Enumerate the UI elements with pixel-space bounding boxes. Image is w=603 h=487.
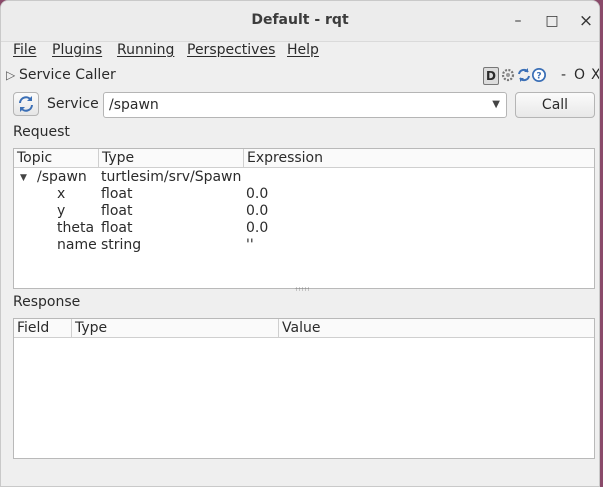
service-label: Service	[47, 96, 99, 112]
column-topic[interactable]: Topic	[14, 149, 98, 167]
help-icon[interactable]: ?	[531, 67, 549, 83]
dock-close-button[interactable]: X	[591, 67, 599, 83]
request-tree[interactable]: Topic Type Expression ▼ /spawn turtlesim…	[13, 148, 595, 289]
response-header: Field Type Value	[14, 319, 594, 338]
row-topic[interactable]: theta	[57, 220, 94, 237]
gear-icon[interactable]	[500, 67, 516, 83]
dock-title-bar[interactable]: ▷ Service Caller D ? - O X	[1, 65, 599, 85]
request-header: Topic Type Expression	[14, 149, 594, 168]
column-expression[interactable]: Expression	[243, 149, 594, 167]
service-select[interactable]: /spawn ▼	[103, 92, 507, 118]
splitter-handle[interactable]	[295, 287, 309, 291]
row-type: float	[101, 186, 133, 202]
row-expression[interactable]: 0.0	[246, 203, 268, 220]
menu-help[interactable]: Help	[287, 42, 319, 58]
menu-perspectives[interactable]: Perspectives	[187, 42, 275, 58]
menu-plugins[interactable]: Plugins	[52, 42, 102, 58]
row-topic[interactable]: x	[57, 186, 65, 203]
menu-file[interactable]: File	[13, 42, 36, 58]
column-type[interactable]: Type	[98, 149, 243, 167]
minimize-button[interactable]: –	[507, 10, 529, 32]
title-bar[interactable]: Default - rqt – □ ×	[1, 1, 599, 42]
dock-title: Service Caller	[19, 67, 116, 83]
column-value[interactable]: Value	[278, 319, 594, 337]
row-expression[interactable]: 0.0	[246, 220, 268, 237]
refresh-services-button[interactable]	[13, 92, 39, 116]
close-button[interactable]: ×	[575, 10, 597, 32]
request-label: Request	[13, 124, 70, 140]
tree-root-type: turtlesim/srv/Spawn	[101, 169, 242, 185]
menu-bar: File Plugins Running Perspectives Help	[1, 41, 599, 63]
expand-arrow-icon[interactable]: ▼	[20, 173, 27, 183]
chevron-down-icon: ▼	[492, 99, 500, 110]
tree-root-topic[interactable]: /spawn	[37, 169, 87, 186]
refresh-icon	[19, 96, 33, 112]
menu-running[interactable]: Running	[117, 42, 174, 58]
column-type[interactable]: Type	[71, 319, 278, 337]
call-button[interactable]: Call	[515, 92, 595, 118]
maximize-button[interactable]: □	[541, 10, 563, 32]
response-tree[interactable]: Field Type Value	[13, 318, 595, 459]
column-field[interactable]: Field	[14, 319, 71, 337]
dock-minimize-button[interactable]: -	[561, 67, 566, 83]
row-topic[interactable]: y	[57, 203, 65, 220]
dock-d-button[interactable]: D	[483, 67, 499, 85]
row-topic[interactable]: name	[57, 237, 97, 254]
service-select-value: /spawn	[109, 97, 159, 113]
collapse-triangle-icon[interactable]: ▷	[6, 68, 15, 82]
dock-float-button[interactable]: O	[574, 67, 585, 83]
rqt-window: Default - rqt – □ × File Plugins Running…	[0, 0, 600, 487]
row-type: float	[101, 220, 133, 236]
row-expression[interactable]: ''	[246, 237, 254, 254]
row-type: float	[101, 203, 133, 219]
row-type: string	[101, 237, 142, 253]
response-label: Response	[13, 294, 81, 310]
svg-text:?: ?	[536, 72, 541, 82]
reload-icon[interactable]	[516, 67, 532, 83]
row-expression[interactable]: 0.0	[246, 186, 268, 203]
